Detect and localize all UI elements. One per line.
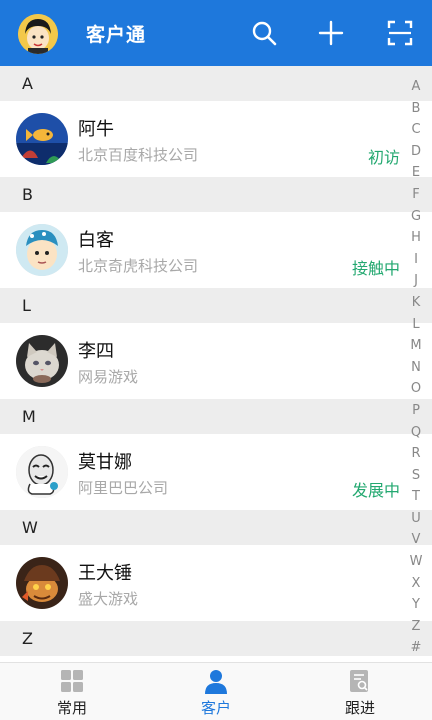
index-letter[interactable]: N (411, 357, 421, 379)
app-title: 客户通 (86, 24, 147, 46)
index-letter[interactable]: P (412, 400, 420, 422)
contact-stage: 接触中 (351, 259, 400, 278)
app: 客户通 A 阿牛 北京百度科技公司 初访 B 白客 北京奇虎科技公司 接触中 L… (0, 0, 432, 720)
index-letter[interactable]: W (410, 551, 423, 573)
contact-avatar (16, 113, 68, 165)
index-letter[interactable]: D (411, 141, 421, 163)
index-letter[interactable]: B (412, 98, 421, 120)
contact-stage: 发展中 (351, 481, 400, 500)
contact-name: 阿牛 (78, 119, 114, 140)
index-letter[interactable]: A (412, 76, 421, 98)
index-letter[interactable]: M (410, 335, 421, 357)
bottom-nav: 常用 客户 跟进 (0, 662, 432, 720)
section-header-m: M (0, 399, 432, 434)
section-header-b: B (0, 177, 432, 212)
contact-name: 王大锤 (78, 563, 132, 584)
person-icon (205, 670, 227, 694)
tab-common[interactable]: 常用 (0, 663, 144, 720)
index-letter[interactable]: O (411, 378, 421, 400)
grid-icon (61, 670, 83, 692)
tab-follow-up[interactable]: 跟进 (288, 663, 432, 720)
index-letter[interactable]: F (412, 184, 419, 206)
section-header-w: W (0, 510, 432, 545)
index-letter[interactable]: U (411, 508, 421, 530)
contact-row[interactable]: 李四 网易游戏 (0, 323, 432, 399)
section-header-l: L (0, 288, 432, 323)
index-letter[interactable]: C (411, 119, 420, 141)
index-letter[interactable]: G (411, 206, 421, 228)
index-letter[interactable]: Y (412, 594, 420, 616)
contact-avatar (16, 446, 68, 498)
contact-avatar (16, 224, 68, 276)
index-letter[interactable]: I (414, 249, 418, 271)
top-bar: 客户通 (0, 0, 432, 66)
contact-company: 北京百度科技公司 (78, 146, 199, 164)
index-letter[interactable]: J (414, 270, 418, 292)
contact-avatar (16, 557, 68, 609)
index-letter[interactable]: E (412, 162, 420, 184)
scan-icon[interactable] (385, 18, 415, 48)
tab-label: 跟进 (344, 699, 375, 717)
index-letter[interactable]: # (411, 637, 422, 659)
alphabet-index[interactable]: A B C D E F G H I J K L M N O P Q R S T U V W X Y Z # (408, 76, 424, 659)
contact-row[interactable]: 莫甘娜 阿里巴巴公司 发展中 (0, 434, 432, 510)
contact-name: 莫甘娜 (78, 452, 132, 473)
contact-company: 北京奇虎科技公司 (78, 257, 199, 275)
contact-list[interactable]: A 阿牛 北京百度科技公司 初访 B 白客 北京奇虎科技公司 接触中 L 李四 … (0, 66, 432, 662)
index-letter[interactable]: Z (412, 616, 421, 638)
search-icon[interactable] (249, 18, 279, 48)
contact-company: 网易游戏 (78, 368, 139, 386)
contact-name: 李四 (78, 341, 114, 362)
contact-row[interactable]: 阿牛 北京百度科技公司 初访 (0, 101, 432, 177)
contact-row[interactable]: 白客 北京奇虎科技公司 接触中 (0, 212, 432, 288)
contact-company: 盛大游戏 (78, 590, 139, 608)
index-letter[interactable]: L (412, 314, 419, 336)
contact-name: 白客 (78, 230, 114, 251)
index-letter[interactable]: K (412, 292, 421, 314)
contact-stage: 初访 (367, 148, 400, 167)
document-search-icon (350, 670, 368, 692)
tab-label: 客户 (200, 699, 231, 717)
contact-avatar (16, 335, 68, 387)
index-letter[interactable]: X (412, 573, 421, 595)
index-letter[interactable]: Q (411, 422, 421, 444)
tab-label: 常用 (56, 699, 87, 717)
plus-icon[interactable] (316, 18, 346, 48)
section-header-a: A (0, 66, 432, 101)
index-letter[interactable]: H (411, 227, 421, 249)
section-header-z: Z (0, 621, 432, 656)
index-letter[interactable]: V (412, 529, 421, 551)
contact-row[interactable]: 王大锤 盛大游戏 (0, 545, 432, 621)
contact-company: 阿里巴巴公司 (78, 479, 169, 497)
index-letter[interactable]: S (412, 465, 420, 487)
index-letter[interactable]: T (412, 486, 420, 508)
index-letter[interactable]: R (411, 443, 420, 465)
tab-customers[interactable]: 客户 (144, 663, 288, 720)
user-avatar[interactable] (18, 14, 58, 54)
